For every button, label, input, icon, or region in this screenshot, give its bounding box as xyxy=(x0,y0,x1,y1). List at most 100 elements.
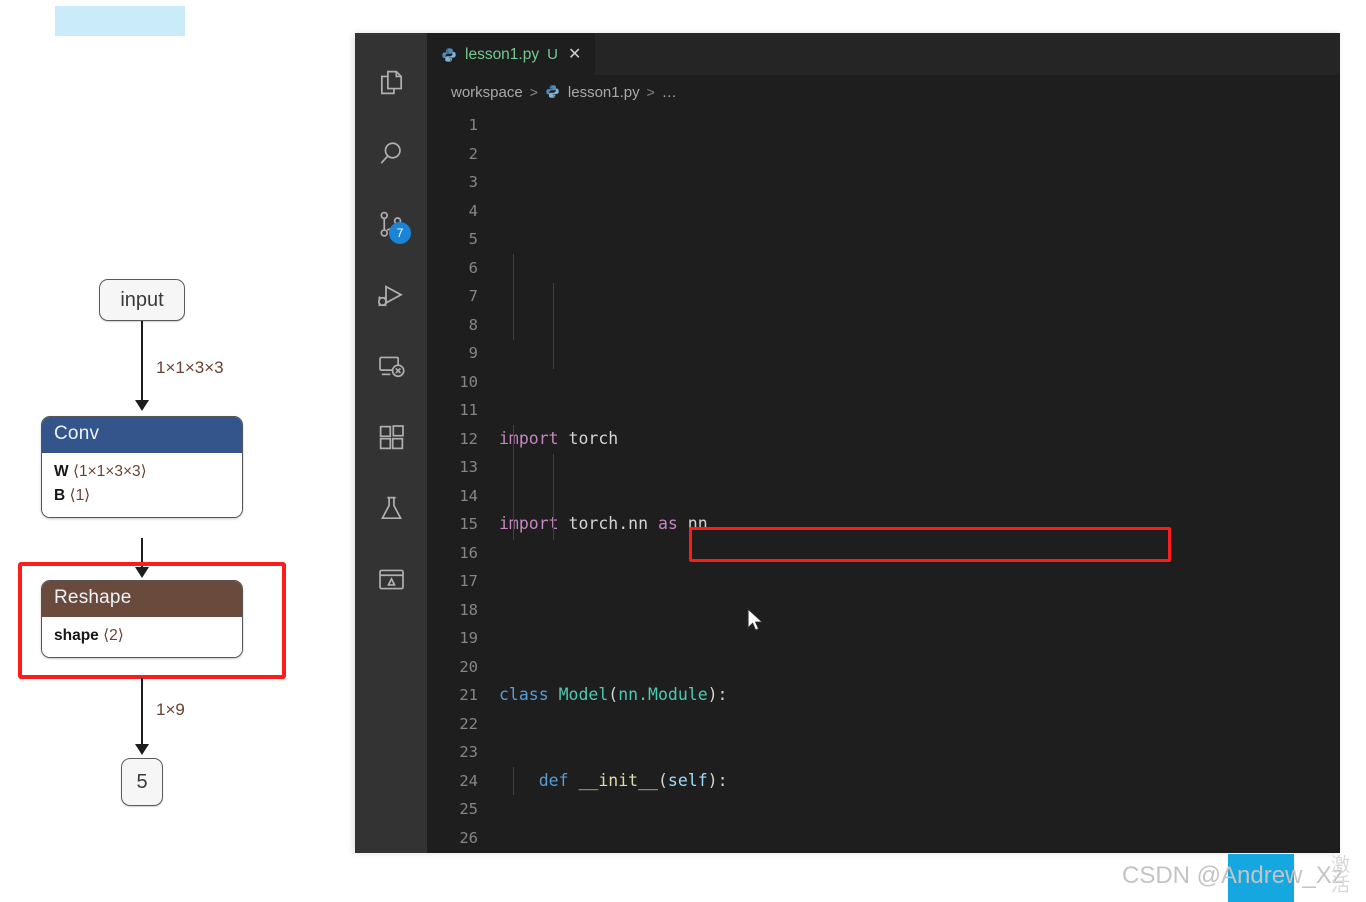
graph-node-conv-body: W ⟨1×1×3×3⟩ B ⟨1⟩ xyxy=(42,453,242,518)
graph-node-conv[interactable]: Conv W ⟨1×1×3×3⟩ B ⟨1⟩ xyxy=(41,416,243,519)
activity-bar-item-run-and-debug[interactable] xyxy=(355,260,427,331)
watermark-text: CSDN @Andrew_Xz xyxy=(1122,862,1344,889)
line-number: 7 xyxy=(468,287,478,305)
line-number: 5 xyxy=(468,230,478,248)
graph-node-output-label: 5 xyxy=(136,770,148,793)
testing-flask-icon xyxy=(377,494,406,523)
line-number: 21 xyxy=(459,686,478,704)
activity-bar-item-source-control[interactable]: 7 xyxy=(355,189,427,260)
graph-node-reshape-attr-shape: shape ⟨2⟩ xyxy=(54,624,230,648)
onnx-graph-pane: input 1×1×3×3 Conv W ⟨1×1×3×3⟩ B ⟨1⟩ Res… xyxy=(0,0,355,902)
line-number: 18 xyxy=(459,600,478,619)
screenshot-root: input 1×1×3×3 Conv W ⟨1×1×3×3⟩ B ⟨1⟩ Res… xyxy=(0,0,1366,902)
graph-node-reshape[interactable]: Reshape shape ⟨2⟩ xyxy=(41,580,243,659)
python-icon xyxy=(441,47,457,63)
breadcrumb-ellipsis[interactable]: … xyxy=(662,84,677,101)
extensions-icon xyxy=(377,423,406,452)
graph-edge-input-conv xyxy=(141,321,144,407)
indent-guide xyxy=(513,767,514,795)
graph-arrow-input-conv xyxy=(135,400,149,411)
graph-node-conv-title: Conv xyxy=(42,417,242,453)
code-editor[interactable]: 1 2 3 4 5 6 7 8 9 10 11 12 13 14 15 16 17 18 19 20 21 22 23 24 2… xyxy=(427,109,1340,853)
line-number: 4 xyxy=(468,201,478,220)
mouse-cursor xyxy=(747,607,764,633)
line-number: 24 xyxy=(459,771,478,790)
line-number: 11 xyxy=(459,401,478,419)
graph-edge-reshape-output xyxy=(141,678,144,750)
editor-area: lesson1.py U ✕ workspace > lesson1.py > … xyxy=(427,33,1340,853)
attr-value: ⟨1×1×3×3⟩ xyxy=(72,463,147,480)
line-number: 1 xyxy=(468,116,478,134)
line-number: 15 xyxy=(459,515,478,533)
attr-value: ⟨2⟩ xyxy=(103,627,124,644)
activity-bar-item-extensions[interactable] xyxy=(355,402,427,473)
graph-node-input[interactable]: input xyxy=(99,279,185,321)
attr-name: shape xyxy=(54,627,99,644)
graph-node-output[interactable]: 5 xyxy=(121,758,163,806)
line-number: 14 xyxy=(459,486,478,505)
line-number: 20 xyxy=(459,657,478,676)
chevron-right-icon: > xyxy=(646,84,655,100)
line-number: 2 xyxy=(468,144,478,163)
breadcrumb-file[interactable]: lesson1.py xyxy=(568,84,640,101)
code-line: class Model(nn.Module): xyxy=(499,685,728,704)
code-content[interactable]: import torch import torch.nn as nn class… xyxy=(489,109,1340,853)
activity-bar: 7 xyxy=(355,33,427,853)
graph-edge-label-2: 1×9 xyxy=(156,700,185,719)
watermark-cn-text: 激活 xyxy=(1331,855,1351,896)
line-number: 25 xyxy=(459,800,478,818)
line-number: 16 xyxy=(459,543,478,562)
python-icon xyxy=(545,84,561,100)
activity-bar-item-explorer[interactable] xyxy=(355,47,427,118)
line-number: 3 xyxy=(468,173,478,191)
source-control-badge: 7 xyxy=(389,222,411,244)
code-line: def __init__(self): xyxy=(538,770,728,790)
line-number: 9 xyxy=(468,344,478,362)
line-number: 8 xyxy=(468,315,478,334)
selection-highlight-rect xyxy=(55,6,185,36)
line-number: 19 xyxy=(459,629,478,647)
vscode-window: 7 lesson1.py U ✕ workspace > lesson1.py … xyxy=(355,33,1340,853)
breadcrumb-root[interactable]: workspace xyxy=(451,84,523,101)
indent-guide xyxy=(513,254,514,340)
tab-status-untracked: U xyxy=(547,46,558,63)
line-number: 6 xyxy=(468,258,478,277)
indent-guide xyxy=(513,425,514,540)
graph-node-reshape-body: shape ⟨2⟩ xyxy=(42,617,242,658)
chevron-right-icon: > xyxy=(529,84,538,100)
line-number: 26 xyxy=(459,828,478,847)
graph-arrow-reshape-output xyxy=(135,744,149,755)
graph-node-conv-attr-w: W ⟨1×1×3×3⟩ xyxy=(54,460,230,484)
remote-explorer-icon xyxy=(377,352,406,381)
code-line: import torch.nn as nn xyxy=(499,514,708,533)
graph-node-conv-attr-b: B ⟨1⟩ xyxy=(54,484,230,508)
attr-name: B xyxy=(54,487,66,505)
close-icon[interactable]: ✕ xyxy=(566,46,583,63)
line-number: 22 xyxy=(459,714,478,733)
preview-panel-icon xyxy=(377,565,406,594)
line-number: 10 xyxy=(459,372,478,391)
attr-value: ⟨1⟩ xyxy=(69,487,91,505)
line-number: 13 xyxy=(459,458,478,476)
line-number-gutter: 1 2 3 4 5 6 7 8 9 10 11 12 13 14 15 16 17 18 19 20 21 22 23 24 2… xyxy=(427,109,489,853)
tab-title: lesson1.py xyxy=(465,45,540,63)
attr-name: W xyxy=(54,463,69,480)
code-line: super().__init__() xyxy=(499,852,1340,853)
tab-lesson1-py[interactable]: lesson1.py U ✕ xyxy=(427,33,596,75)
activity-bar-item-testing[interactable] xyxy=(355,473,427,544)
line-number: 23 xyxy=(459,743,478,761)
activity-bar-item-preview[interactable] xyxy=(355,544,427,615)
graph-node-reshape-title: Reshape xyxy=(42,581,242,617)
run-and-debug-icon xyxy=(376,281,406,311)
indent-guide xyxy=(553,454,554,540)
graph-node-input-label: input xyxy=(120,288,164,311)
tab-bar: lesson1.py U ✕ xyxy=(427,33,1340,75)
activity-bar-item-remote-explorer[interactable] xyxy=(355,331,427,402)
line-number: 12 xyxy=(459,429,478,448)
activity-bar-item-search[interactable] xyxy=(355,118,427,189)
code-line: import torch xyxy=(499,428,619,448)
indent-guide xyxy=(553,283,554,369)
graph-edge-label-1: 1×1×3×3 xyxy=(156,358,224,377)
